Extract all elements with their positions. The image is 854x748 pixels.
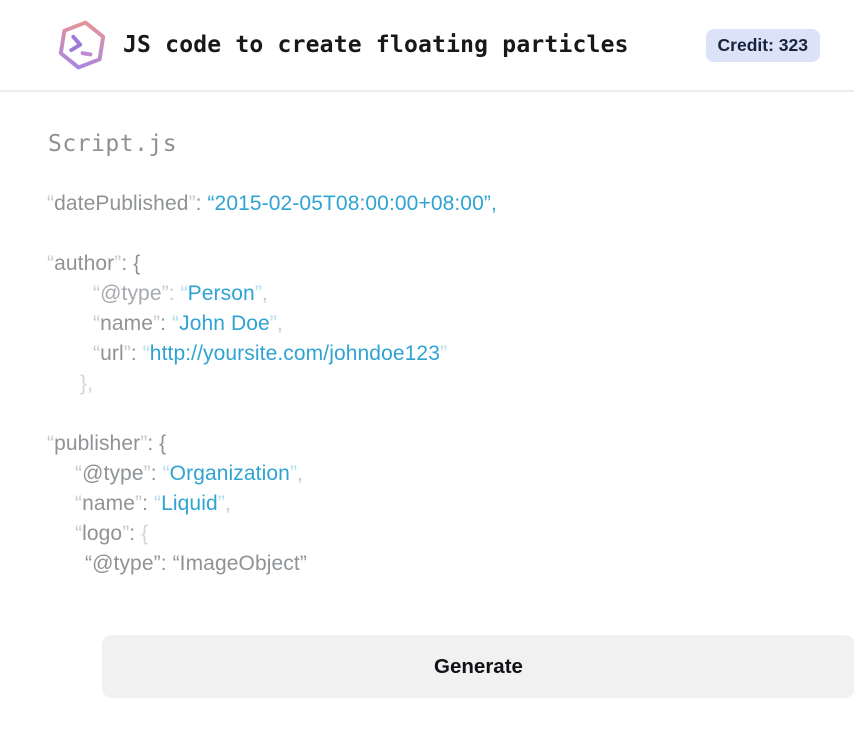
code-block: “datePublished”: “2015-02-05T08:00:00+08… — [47, 189, 808, 579]
main-content: Script.js “datePublished”: “2015-02-05T0… — [0, 92, 854, 698]
code-line: “publisher”: { — [47, 432, 167, 455]
code-line: “name”: “John Doe”, — [93, 312, 283, 335]
code-line: }, — [80, 372, 94, 395]
code-line: “datePublished”: “2015-02-05T08:00:00+08… — [47, 192, 497, 215]
code-line: “author”: { — [47, 252, 141, 275]
credit-badge: Credit: 323 — [705, 28, 820, 62]
header: JS code to create floating particles Cre… — [0, 0, 854, 92]
terminal-prompt-hexagon-icon — [55, 17, 109, 73]
code-line: “logo”: { — [75, 522, 149, 545]
code-line: “@type”: “ImageObject” — [85, 552, 307, 575]
code-line: “name”: “Liquid”, — [75, 492, 231, 515]
code-line: “url”: “http://yoursite.com/johndoe123” — [93, 342, 448, 365]
file-name-label: Script.js — [48, 131, 178, 157]
page-title: JS code to create floating particles — [123, 32, 629, 58]
generate-button[interactable]: Generate — [102, 635, 854, 698]
code-line: “@type”: “Person”, — [93, 282, 268, 305]
code-line: “@type”: “Organization”, — [75, 462, 303, 485]
